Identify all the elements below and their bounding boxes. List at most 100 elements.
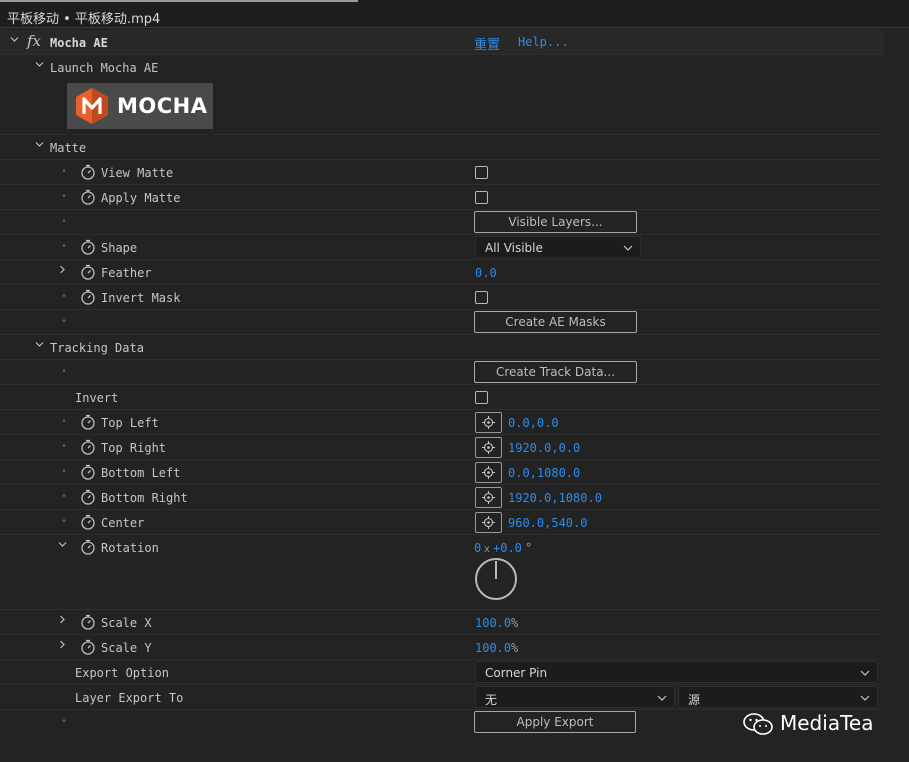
bullet: • [61,516,68,527]
center-value[interactable]: 960.0,540.0 [508,516,587,530]
scale-y-value[interactable]: 100.0 [475,641,511,655]
bullet: • [61,366,68,377]
stopwatch-icon[interactable] [80,264,96,280]
shape-row: • Shape All Visible [0,235,884,260]
bottom-right-label: Bottom Right [101,491,188,505]
scale-y-label: Scale Y [101,641,152,655]
view-matte-label: View Matte [101,166,174,180]
crosshair-icon[interactable] [475,462,502,483]
layer-source-value: 源 [688,693,701,707]
help-link[interactable]: Help... [518,35,569,49]
chevron-down-icon [623,244,633,252]
crosshair-icon[interactable] [475,412,502,433]
matte-label: Matte [50,141,87,155]
apply-export-button[interactable]: Apply Export [474,711,636,733]
bullet: • [61,441,68,452]
stopwatch-icon[interactable] [80,289,96,305]
create-ae-masks-button[interactable]: Create AE Masks [474,311,637,333]
chevron-down-icon [860,669,870,677]
export-option-label: Export Option [75,666,169,680]
stopwatch-icon[interactable] [80,614,96,630]
stopwatch-icon[interactable] [80,464,96,480]
apply-matte-checkbox[interactable] [475,191,488,204]
layer-export-dropdown[interactable]: 无 [475,686,675,708]
layer-export-label: Layer Export To [75,691,184,705]
view-matte-row: • View Matte [0,160,884,185]
bottom-right-value[interactable]: 1920.0,1080.0 [508,491,602,505]
bottom-right-row: • Bottom Right 1920.0,1080.0 [0,485,884,510]
percent-unit: % [511,641,519,655]
stopwatch-icon[interactable] [80,514,96,530]
bullet: • [61,491,68,502]
top-right-row: • Top Right 1920.0,0.0 [0,435,884,460]
bullet: • [61,216,68,227]
stopwatch-icon[interactable] [80,539,96,555]
bullet: • [61,316,68,327]
export-option-row: Export Option Corner Pin [0,660,884,685]
chevron-right-icon[interactable] [58,615,67,624]
mocha-launch-button[interactable]: MOCHA [67,83,213,129]
stopwatch-icon[interactable] [80,189,96,205]
layer-export-row: Layer Export To 无 源 [0,685,884,710]
scale-x-label: Scale X [101,616,152,630]
chevron-down-icon[interactable] [35,60,44,69]
effect-header-row[interactable]: fx Mocha AE 重置 Help... [0,30,884,55]
stopwatch-icon[interactable] [80,164,96,180]
view-matte-checkbox[interactable] [475,166,488,179]
percent-unit: % [511,616,519,630]
bottom-left-row: • Bottom Left 0.0,1080.0 [0,460,884,485]
bullet: • [61,291,68,302]
scrollbar[interactable] [884,30,909,762]
chevron-down-icon[interactable] [10,35,19,44]
rotation-dial-icon[interactable] [474,557,518,601]
export-option-value: Corner Pin [485,666,548,680]
chevron-down-icon[interactable] [35,340,44,349]
launch-label: Launch Mocha AE [50,61,159,75]
bullet: • [61,416,68,427]
center-row: • Center 960.0,540.0 [0,510,884,535]
shape-dropdown[interactable]: All Visible [475,236,641,258]
stopwatch-icon[interactable] [80,239,96,255]
stopwatch-icon[interactable] [80,489,96,505]
invert-label: Invert [75,391,119,405]
bullet: • [61,191,68,202]
export-option-dropdown[interactable]: Corner Pin [475,661,878,683]
chevron-right-icon[interactable] [58,265,67,274]
active-tab-indicator [0,0,358,2]
feather-row: Feather 0.0 [0,260,884,285]
tracking-group-row[interactable]: Tracking Data [0,335,884,360]
crosshair-icon[interactable] [475,512,502,533]
reset-link[interactable]: 重置 [474,34,500,53]
rotation-degrees[interactable]: +0.0 [493,541,522,555]
rotation-turns[interactable]: 0 [474,541,481,555]
top-left-value[interactable]: 0.0,0.0 [508,416,559,430]
create-track-data-button[interactable]: Create Track Data... [474,361,637,383]
chevron-right-icon[interactable] [58,640,67,649]
invert-row: Invert [0,385,884,410]
layer-source-dropdown[interactable]: 源 [678,686,878,708]
bottom-left-label: Bottom Left [101,466,181,480]
chevron-down-icon[interactable] [58,540,67,549]
stopwatch-icon[interactable] [80,414,96,430]
scale-y-row: Scale Y 100.0 % [0,635,884,660]
bottom-left-value[interactable]: 0.0,1080.0 [508,466,580,480]
matte-group-row[interactable]: Matte [0,135,884,160]
invert-mask-checkbox[interactable] [475,291,488,304]
visible-layers-button[interactable]: Visible Layers... [474,211,637,233]
top-left-row: • Top Left 0.0,0.0 [0,410,884,435]
top-right-value[interactable]: 1920.0,0.0 [508,441,580,455]
mocha-logo-icon [76,88,108,124]
mocha-logo-text: MOCHA [117,94,208,118]
crosshair-icon[interactable] [475,487,502,508]
create-masks-row: • Create AE Masks [0,310,884,335]
crosshair-icon[interactable] [475,437,502,458]
stopwatch-icon[interactable] [80,639,96,655]
scale-x-value[interactable]: 100.0 [475,616,511,630]
feather-value[interactable]: 0.0 [475,266,497,280]
fx-icon[interactable]: fx [27,32,41,50]
invert-checkbox[interactable] [475,391,488,404]
stopwatch-icon[interactable] [80,439,96,455]
chevron-down-icon[interactable] [35,140,44,149]
apply-matte-label: Apply Matte [101,191,181,205]
wechat-icon [743,713,773,735]
